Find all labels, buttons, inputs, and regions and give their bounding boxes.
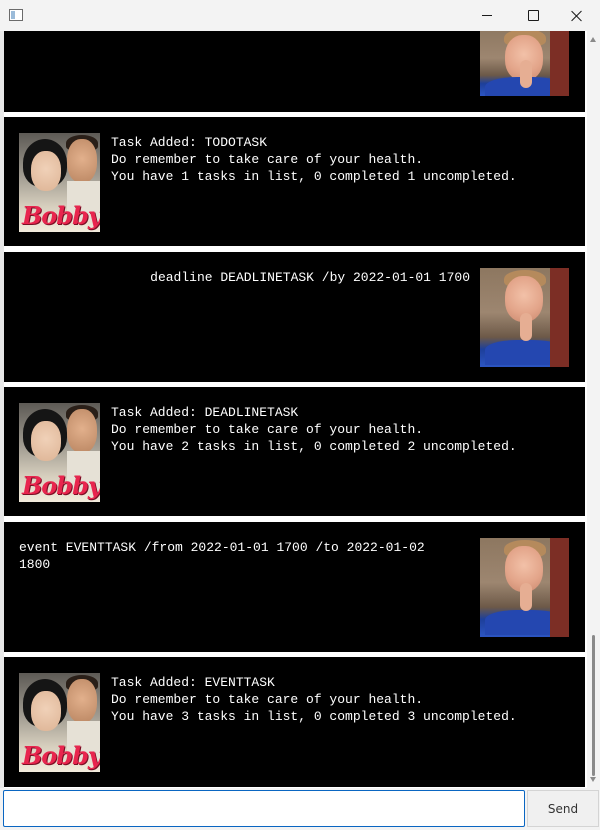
minimize-button[interactable] bbox=[464, 0, 510, 31]
bobby-logo: Bobby bbox=[22, 201, 100, 230]
maximize-button[interactable] bbox=[510, 0, 556, 31]
bot-message: Bobby Task Added: EVENTTASK Do remember … bbox=[4, 657, 585, 787]
user-message bbox=[4, 31, 585, 112]
user-avatar bbox=[480, 31, 569, 96]
bot-message-text: Task Added: EVENTTASK Do remember to tak… bbox=[111, 675, 517, 724]
message-input[interactable] bbox=[3, 790, 525, 827]
bobby-logo: Bobby bbox=[22, 471, 100, 500]
scroll-up-arrow-icon[interactable] bbox=[590, 37, 596, 42]
bobby-logo: Bobby bbox=[22, 741, 100, 770]
bot-message: Bobby Task Added: TODOTASK Do remember t… bbox=[4, 117, 585, 246]
title-bar bbox=[0, 0, 600, 31]
bot-avatar: Bobby bbox=[19, 403, 100, 502]
user-message-text: deadline DEADLINETASK /by 2022-01-01 170… bbox=[150, 270, 470, 285]
chat-scroll-pane[interactable]: Bobby Task Added: TODOTASK Do remember t… bbox=[0, 31, 600, 788]
send-button[interactable]: Send bbox=[527, 790, 599, 827]
bot-message-text: Task Added: TODOTASK Do remember to take… bbox=[111, 135, 517, 184]
maximize-icon bbox=[527, 10, 539, 21]
input-bar: Send bbox=[0, 788, 600, 830]
user-avatar bbox=[480, 538, 569, 637]
user-avatar bbox=[480, 268, 569, 367]
bot-message-text: Task Added: DEADLINETASK Do remember to … bbox=[111, 405, 517, 454]
bot-avatar: Bobby bbox=[19, 673, 100, 772]
user-message: event EVENTTASK /from 2022-01-01 1700 /t… bbox=[4, 522, 585, 652]
scroll-down-arrow-icon[interactable] bbox=[590, 777, 596, 782]
close-icon bbox=[571, 10, 583, 22]
bot-message: Bobby Task Added: DEADLINETASK Do rememb… bbox=[4, 387, 585, 516]
user-message-text: event EVENTTASK /from 2022-01-01 1700 /t… bbox=[19, 540, 425, 572]
bot-avatar: Bobby bbox=[19, 133, 100, 232]
close-button[interactable] bbox=[554, 0, 600, 31]
scrollbar-thumb[interactable] bbox=[592, 635, 595, 776]
minimize-icon bbox=[482, 15, 492, 16]
app-window: Bobby Task Added: TODOTASK Do remember t… bbox=[0, 0, 600, 830]
app-window-icon bbox=[9, 9, 23, 21]
vertical-scrollbar[interactable] bbox=[587, 31, 600, 788]
user-message: deadline DEADLINETASK /by 2022-01-01 170… bbox=[4, 252, 585, 382]
